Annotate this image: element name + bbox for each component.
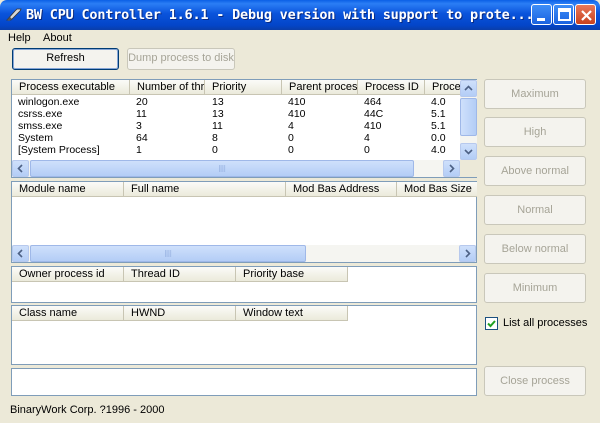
close-icon bbox=[581, 10, 592, 21]
scroll-left-arrow[interactable] bbox=[12, 245, 29, 262]
arrow-left-icon bbox=[17, 249, 23, 258]
arrow-right-icon bbox=[465, 249, 471, 258]
process-list[interactable]: Process executable Number of thr... Prio… bbox=[11, 79, 477, 178]
cell-priority: 13 bbox=[212, 109, 224, 120]
cell-priority: 13 bbox=[212, 97, 224, 108]
cell-priority: 0 bbox=[212, 145, 218, 156]
col-mod-base-address[interactable]: Mod Bas Address bbox=[286, 182, 397, 197]
window-list[interactable]: Class name HWND Window text bbox=[11, 305, 477, 365]
normal-button[interactable]: Normal bbox=[484, 195, 586, 225]
cell-executable: smss.exe bbox=[18, 121, 63, 132]
col-hwnd[interactable]: HWND bbox=[124, 306, 236, 321]
cell-threads: 1 bbox=[136, 145, 142, 156]
cell-priority: 8 bbox=[212, 133, 218, 144]
below-normal-button[interactable]: Below normal bbox=[484, 234, 586, 264]
cell-executable: winlogon.exe bbox=[18, 97, 80, 108]
close-button[interactable] bbox=[575, 4, 596, 25]
col-window-text[interactable]: Window text bbox=[236, 306, 348, 321]
col-module-name[interactable]: Module name bbox=[12, 182, 124, 197]
cell-pid: 464 bbox=[364, 97, 382, 108]
cell-version: 5.1 bbox=[431, 109, 446, 120]
minimum-button[interactable]: Minimum bbox=[484, 273, 586, 303]
col-priority[interactable]: Priority bbox=[205, 80, 282, 95]
cell-parent: 0 bbox=[288, 133, 294, 144]
arrow-down-icon bbox=[464, 149, 473, 155]
cell-threads: 11 bbox=[136, 109, 147, 120]
cell-pid: 0 bbox=[364, 145, 370, 156]
col-parent-process[interactable]: Parent process bbox=[282, 80, 358, 95]
cell-parent: 410 bbox=[288, 97, 306, 108]
col-full-name[interactable]: Full name bbox=[124, 182, 286, 197]
scroll-down-arrow[interactable] bbox=[460, 143, 477, 160]
maximize-button[interactable] bbox=[553, 4, 574, 25]
title-bar[interactable]: BW CPU Controller 1.6.1 - Debug version … bbox=[0, 0, 600, 30]
cell-threads: 20 bbox=[136, 97, 148, 108]
info-box bbox=[11, 368, 477, 396]
process-vscrollbar[interactable] bbox=[460, 80, 477, 160]
menu-about[interactable]: About bbox=[43, 32, 72, 44]
minimize-icon bbox=[537, 18, 545, 21]
refresh-button[interactable]: Refresh bbox=[12, 48, 119, 70]
cell-threads: 3 bbox=[136, 121, 142, 132]
close-process-button[interactable]: Close process bbox=[484, 366, 586, 396]
cell-version: 5.1 bbox=[431, 121, 446, 132]
scroll-up-arrow[interactable] bbox=[460, 80, 477, 97]
cell-pid: 410 bbox=[364, 121, 382, 132]
scroll-right-arrow[interactable] bbox=[443, 160, 460, 177]
cell-executable: System bbox=[18, 133, 54, 144]
col-process-id[interactable]: Process ID bbox=[358, 80, 425, 95]
col-mod-base-size[interactable]: Mod Bas Size bbox=[397, 182, 477, 197]
arrow-right-icon bbox=[449, 164, 455, 173]
module-hscrollbar[interactable]: |||| bbox=[12, 245, 476, 262]
cell-executable: csrss.exe bbox=[18, 109, 63, 120]
thread-list[interactable]: Owner process id Thread ID Priority base bbox=[11, 266, 477, 303]
above-normal-button[interactable]: Above normal bbox=[484, 156, 586, 186]
process-hscrollbar[interactable]: |||| bbox=[12, 160, 460, 177]
module-list[interactable]: Module name Full name Mod Bas Address Mo… bbox=[11, 181, 477, 263]
scroll-corner bbox=[460, 160, 477, 177]
cell-priority: 11 bbox=[212, 121, 223, 132]
cell-executable: [System Process] bbox=[18, 145, 100, 156]
maximum-button[interactable]: Maximum bbox=[484, 79, 586, 109]
menu-bar: Help About bbox=[0, 30, 600, 46]
scroll-thumb[interactable]: |||| bbox=[30, 245, 306, 262]
col-class-name[interactable]: Class name bbox=[12, 306, 124, 321]
cell-version: 4.0 bbox=[431, 97, 446, 108]
window-title: BW CPU Controller 1.6.1 - Debug version … bbox=[26, 7, 534, 23]
cell-pid: 44C bbox=[364, 109, 384, 120]
scroll-thumb[interactable] bbox=[460, 98, 477, 136]
checkmark-icon bbox=[487, 320, 496, 328]
cell-parent: 0 bbox=[288, 145, 294, 156]
scroll-thumb[interactable]: |||| bbox=[30, 160, 414, 177]
cell-threads: 64 bbox=[136, 133, 148, 144]
col-process-executable[interactable]: Process executable bbox=[12, 80, 130, 95]
cell-parent: 410 bbox=[288, 109, 306, 120]
scroll-right-arrow[interactable] bbox=[459, 245, 476, 262]
dump-process-button[interactable]: Dump process to disk bbox=[127, 48, 235, 70]
arrow-up-icon bbox=[464, 85, 473, 91]
cell-pid: 4 bbox=[364, 133, 370, 144]
list-all-checkbox[interactable] bbox=[485, 317, 498, 330]
minimize-button[interactable] bbox=[531, 4, 552, 25]
app-icon bbox=[6, 8, 22, 21]
high-button[interactable]: High bbox=[484, 117, 586, 147]
status-text: BinaryWork Corp. ?1996 - 2000 bbox=[10, 404, 165, 416]
cell-version: 0.0 bbox=[431, 133, 446, 144]
col-number-of-threads[interactable]: Number of thr... bbox=[130, 80, 205, 95]
col-thread-id[interactable]: Thread ID bbox=[124, 267, 236, 282]
col-owner-process-id[interactable]: Owner process id bbox=[12, 267, 124, 282]
scroll-left-arrow[interactable] bbox=[12, 160, 29, 177]
cell-version: 4.0 bbox=[431, 145, 446, 156]
cell-parent: 4 bbox=[288, 121, 294, 132]
list-all-label[interactable]: List all processes bbox=[503, 317, 587, 329]
col-process-version[interactable]: Proces bbox=[425, 80, 461, 95]
col-priority-base[interactable]: Priority base bbox=[236, 267, 348, 282]
maximize-icon bbox=[558, 8, 571, 21]
arrow-left-icon bbox=[17, 164, 23, 173]
menu-help[interactable]: Help bbox=[8, 32, 31, 44]
